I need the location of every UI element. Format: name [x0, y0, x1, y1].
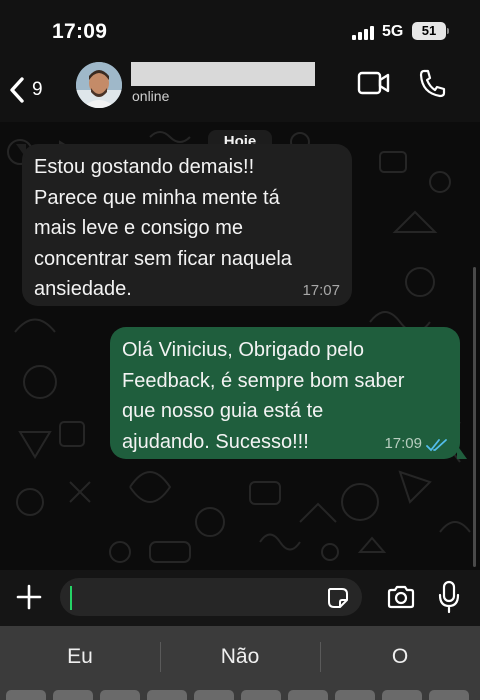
message-line: concentrar sem ficar naquela [34, 247, 292, 270]
message-line: mais leve e consigo me [34, 217, 243, 239]
voice-call-button[interactable] [418, 68, 446, 98]
network-type: 5G [382, 23, 404, 40]
key[interactable] [194, 690, 234, 700]
camera-button[interactable] [386, 584, 416, 610]
signal-icon [352, 26, 374, 40]
message-input[interactable] [60, 578, 362, 616]
key[interactable] [288, 690, 328, 700]
chevron-left-icon [10, 77, 24, 103]
contact-name[interactable] [131, 62, 315, 86]
back-button[interactable]: 9 [8, 68, 60, 112]
incoming-message[interactable]: Estou gostando demais!! Parece que minha… [16, 144, 352, 306]
key[interactable] [241, 690, 281, 700]
scrollbar[interactable] [473, 267, 476, 567]
message-time: 17:07 [302, 282, 340, 299]
plus-icon [16, 584, 42, 610]
key[interactable] [6, 690, 46, 700]
message-time: 17:09 [384, 435, 422, 452]
read-ticks-icon [426, 439, 447, 452]
chat-header: 9 online [0, 60, 480, 122]
key[interactable] [382, 690, 422, 700]
presence-status: online [132, 88, 170, 104]
suggestion-item[interactable]: Não [160, 626, 320, 688]
message-line: que nosso guia está te [122, 400, 324, 422]
unread-count: 9 [32, 79, 43, 100]
key[interactable] [147, 690, 187, 700]
attach-button[interactable] [14, 582, 44, 612]
avatar[interactable] [76, 62, 122, 108]
message-line: Olá Vinicius, Obrigado pelo [122, 339, 364, 361]
suggestion-item[interactable]: Eu [0, 626, 160, 688]
sticker-button[interactable] [326, 586, 350, 610]
message-line: Estou gostando demais!! [34, 156, 255, 178]
camera-icon [387, 585, 415, 609]
phone-icon [419, 69, 446, 98]
key[interactable] [53, 690, 93, 700]
key[interactable] [429, 690, 469, 700]
microphone-icon [438, 580, 460, 614]
status-bar: 17:09 5G 51 [0, 0, 480, 60]
status-time: 17:09 [52, 20, 108, 43]
key-row [6, 690, 476, 700]
video-call-button[interactable] [357, 70, 391, 96]
sticker-icon [328, 588, 348, 608]
message-line: Feedback, é sempre bom saber [122, 369, 405, 392]
chat-area[interactable]: Hoje Estou gostando demais!! Parece que … [0, 122, 480, 570]
keyboard: Eu Não O [0, 626, 480, 700]
key[interactable] [100, 690, 140, 700]
battery-icon: 51 [412, 22, 446, 40]
message-line: ansiedade. [34, 278, 132, 300]
battery-cap [447, 28, 449, 34]
message-line: Parece que minha mente tá [34, 186, 280, 209]
outgoing-message[interactable]: Olá Vinicius, Obrigado pelo Feedback, é … [110, 327, 467, 459]
text-caret [70, 586, 72, 610]
microphone-button[interactable] [438, 580, 460, 614]
suggestion-bar: Eu Não O [0, 626, 480, 688]
composer-bar [0, 570, 480, 626]
key[interactable] [335, 690, 375, 700]
video-call-icon [357, 71, 390, 95]
suggestion-item[interactable]: O [320, 626, 480, 688]
